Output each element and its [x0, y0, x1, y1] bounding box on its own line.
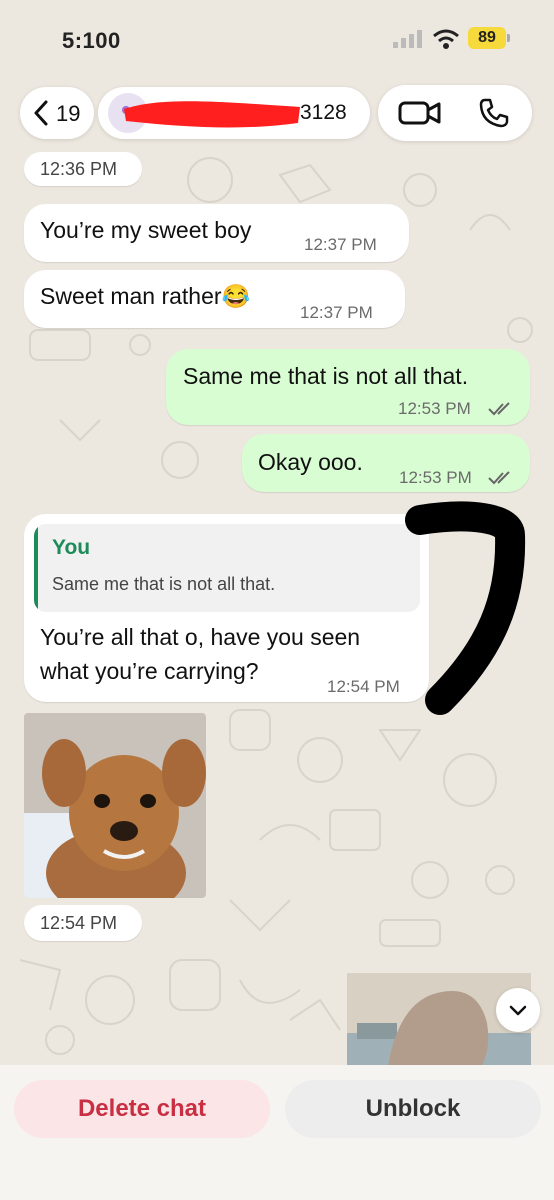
message-text: You’re my sweet boy [40, 217, 252, 243]
chevron-left-icon [34, 100, 48, 126]
call-actions [378, 85, 532, 141]
time-chip-label: 12:36 PM [40, 159, 118, 179]
status-bar: 5:100 89 [0, 0, 554, 80]
back-button[interactable]: 19 [20, 87, 94, 139]
video-camera-icon[interactable] [398, 99, 442, 127]
quoted-message[interactable]: You Same me that is not all that. [34, 524, 420, 612]
incoming-message[interactable]: Sweet man rather😂 12:37 PM [24, 270, 405, 328]
incoming-message[interactable]: You’re my sweet boy 12:37 PM [24, 204, 409, 262]
chevron-down-icon [509, 1005, 527, 1016]
double-check-icon [488, 471, 510, 485]
message-time: 12:37 PM [300, 303, 373, 322]
incoming-reply-message[interactable]: You Same me that is not all that. You’re… [24, 514, 429, 702]
message-time: 12:53 PM [399, 468, 472, 487]
image-message[interactable] [24, 713, 206, 898]
quote-accent-bar [34, 524, 38, 612]
delete-chat-label: Delete chat [77, 1095, 207, 1122]
message-time: 12:54 PM [327, 677, 400, 696]
delete-chat-button[interactable]: Delete chat [14, 1080, 270, 1138]
status-time: 5:100 [62, 28, 121, 53]
message-text: Same me that is not all that. [183, 363, 469, 389]
phone-icon[interactable] [478, 97, 510, 129]
message-time: 12:37 PM [304, 235, 377, 254]
message-time: 12:54 PM [40, 913, 118, 933]
battery-indicator: 89 [468, 27, 506, 49]
contact-name: 3128 [300, 101, 347, 124]
message-text-line1: You’re all that o, have you seen [40, 624, 361, 650]
message-time: 12:53 PM [398, 399, 471, 418]
message-text: Okay ooo. [258, 449, 363, 475]
battery-cap [507, 34, 510, 42]
outgoing-message[interactable]: Same me that is not all that. 12:53 PM [166, 349, 530, 425]
message-text: Sweet man rather😂 [40, 283, 251, 309]
image-time-chip: 12:54 PM [24, 905, 142, 941]
double-check-icon [488, 402, 510, 416]
unblock-button[interactable]: Unblock [285, 1080, 541, 1138]
signal-icon [393, 30, 422, 48]
contact-header[interactable]: 3128 [98, 87, 370, 139]
outgoing-message[interactable]: Okay ooo. 12:53 PM [242, 434, 530, 492]
quote-text: Same me that is not all that. [52, 574, 276, 594]
unblock-label: Unblock [365, 1095, 461, 1122]
time-chip: 12:36 PM [24, 152, 142, 186]
quote-author: You [52, 536, 91, 559]
redaction-scribble [124, 101, 300, 128]
wifi-icon [433, 29, 459, 49]
scroll-down-button[interactable] [496, 988, 540, 1032]
dog-photo [24, 713, 206, 898]
message-text-line2: what you’re carrying? [40, 658, 259, 684]
unread-count: 19 [56, 101, 81, 126]
blocked-contact-bar: Delete chat Unblock [0, 1065, 554, 1200]
